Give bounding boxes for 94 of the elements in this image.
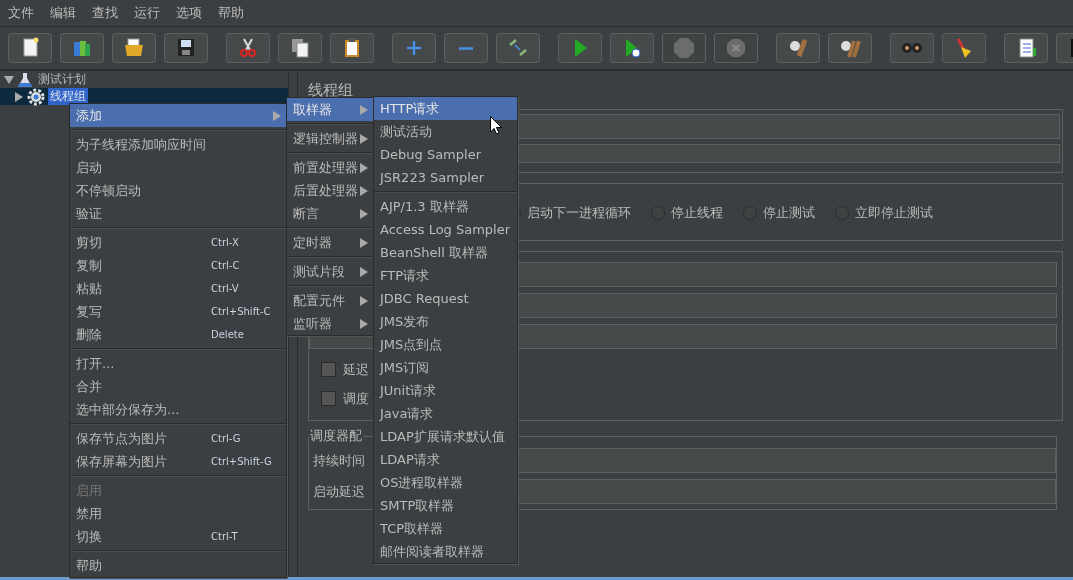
menu-item[interactable]: 文件 bbox=[6, 4, 36, 22]
toolbar-button[interactable] bbox=[226, 33, 270, 63]
menu-item[interactable]: JMS点到点 bbox=[374, 333, 517, 356]
radio-option[interactable]: 停止测试 bbox=[743, 203, 815, 222]
menu-item[interactable]: 禁用 bbox=[70, 502, 286, 525]
menu-item[interactable]: BeanShell 取样器 bbox=[374, 241, 517, 264]
menu-item[interactable]: 粘贴 Ctrl-V bbox=[70, 277, 286, 300]
field-label: 启动延迟 bbox=[313, 482, 366, 501]
menu-item[interactable]: 切换 Ctrl-T bbox=[70, 525, 286, 548]
menu-item[interactable]: 添加 bbox=[70, 104, 286, 127]
menu-item[interactable]: 不停顿启动 bbox=[70, 179, 286, 202]
menu-item[interactable]: SMTP取样器 bbox=[374, 494, 517, 517]
tree-node-label[interactable]: 测试计划 bbox=[36, 71, 88, 88]
radio-option[interactable]: 停止线程 bbox=[651, 203, 723, 222]
menu-item[interactable]: 邮件阅读者取样器 bbox=[374, 540, 517, 563]
menu-item[interactable]: 取样器 bbox=[287, 98, 373, 121]
shortcut-label: Ctrl-T bbox=[211, 531, 238, 542]
menu-item[interactable]: JMS发布 bbox=[374, 310, 517, 333]
shortcut-label: Ctrl+Shift-G bbox=[211, 456, 272, 467]
menu-item[interactable]: 定时器 bbox=[287, 231, 373, 254]
shortcut-label: Ctrl-C bbox=[211, 260, 240, 271]
toolbar-button[interactable] bbox=[112, 33, 156, 63]
menu-item[interactable]: 逻辑控制器 bbox=[287, 127, 373, 150]
toolbar-button[interactable] bbox=[828, 33, 872, 63]
menu-item[interactable]: 合并 bbox=[70, 375, 286, 398]
shortcut-label: Ctrl-G bbox=[211, 433, 241, 444]
binoculars-icon bbox=[902, 43, 922, 53]
menu-item[interactable]: 保存节点为图片 Ctrl-G bbox=[70, 427, 286, 450]
menu-item[interactable]: JSR223 Sampler bbox=[374, 166, 517, 189]
panel-title: 线程组 bbox=[308, 81, 354, 101]
menu-item[interactable]: 选项 bbox=[174, 4, 204, 22]
menu-item[interactable]: 选中部分保存为... bbox=[70, 398, 286, 421]
menu-item[interactable]: AJP/1.3 取样器 bbox=[374, 195, 517, 218]
menu-item[interactable]: LDAP请求 bbox=[374, 448, 517, 471]
toolbar-button[interactable] bbox=[8, 33, 52, 63]
menu-item[interactable]: LDAP扩展请求默认值 bbox=[374, 425, 517, 448]
menu-item[interactable]: 运行 bbox=[132, 4, 162, 22]
group-title: 调度器配 bbox=[309, 427, 363, 445]
menu-item[interactable]: 测试片段 bbox=[287, 260, 373, 283]
shortcut-label: Ctrl-X bbox=[211, 237, 239, 248]
expanded-triangle-icon[interactable] bbox=[4, 74, 14, 85]
menu-item[interactable]: 编辑 bbox=[48, 4, 78, 22]
octagon-x-icon bbox=[724, 36, 748, 60]
menu-item[interactable]: 监听器 bbox=[287, 312, 373, 335]
menu-item[interactable]: 帮助 bbox=[70, 554, 286, 577]
stop-icon bbox=[672, 36, 696, 60]
mouse-cursor-icon bbox=[490, 116, 502, 135]
checkbox-label: 调度 bbox=[343, 389, 369, 408]
shortcut-label: Delete bbox=[211, 329, 244, 340]
menu-item[interactable]: 为子线程添加响应时间 bbox=[70, 133, 286, 156]
radio-option[interactable]: 立即停止测试 bbox=[835, 203, 933, 222]
menu-item[interactable]: 删除 Delete bbox=[70, 323, 286, 346]
menu-item[interactable]: OS进程取样器 bbox=[374, 471, 517, 494]
menu-item[interactable]: 帮助 bbox=[216, 4, 246, 22]
menu-item[interactable]: 复制 Ctrl-C bbox=[70, 254, 286, 277]
menu-item[interactable]: Java请求 bbox=[374, 402, 517, 425]
toolbar-button[interactable] bbox=[330, 33, 374, 63]
menu-item[interactable]: FTP请求 bbox=[374, 264, 517, 287]
menu-item[interactable]: Access Log Sampler bbox=[374, 218, 517, 241]
checkbox[interactable] bbox=[321, 362, 336, 377]
toolbar-button[interactable] bbox=[278, 33, 322, 63]
menu-item[interactable]: TCP取样器 bbox=[374, 517, 517, 540]
toolbar-button[interactable] bbox=[942, 33, 986, 63]
tree-node-label[interactable]: 线程组 bbox=[48, 88, 88, 105]
menu-item[interactable]: 剪切 Ctrl-X bbox=[70, 231, 286, 254]
shortcut-label: Ctrl-V bbox=[211, 283, 239, 294]
shortcut-label: Ctrl+Shift-C bbox=[211, 306, 271, 317]
toolbar-button[interactable] bbox=[610, 33, 654, 63]
menu-item[interactable]: 测试活动 bbox=[374, 120, 517, 143]
menu-item[interactable]: 配置元件 bbox=[287, 289, 373, 312]
checkbox[interactable] bbox=[321, 391, 336, 406]
menu-item[interactable]: 验证 bbox=[70, 202, 286, 225]
menu-item[interactable]: 前置处理器 bbox=[287, 156, 373, 179]
menu-item[interactable]: 查找 bbox=[90, 4, 120, 22]
toolbar-button[interactable] bbox=[164, 33, 208, 63]
gear-icon bbox=[27, 87, 45, 106]
field-label: 持续时间 bbox=[313, 451, 366, 470]
flask-icon bbox=[17, 71, 33, 88]
menu-item[interactable]: Debug Sampler bbox=[374, 143, 517, 166]
minus-icon bbox=[459, 46, 473, 50]
menu-item[interactable]: JMS订阅 bbox=[374, 356, 517, 379]
toolbar-button[interactable] bbox=[1004, 33, 1048, 63]
menu-item[interactable]: HTTP请求 bbox=[374, 97, 517, 120]
menu-item[interactable]: 复写 Ctrl+Shift-C bbox=[70, 300, 286, 323]
collapsed-triangle-icon[interactable] bbox=[14, 91, 24, 102]
toolbar-button[interactable] bbox=[776, 33, 820, 63]
menu-item[interactable]: 保存屏幕为图片 Ctrl+Shift-G bbox=[70, 450, 286, 473]
checkbox-label: 延迟 bbox=[343, 360, 369, 379]
menu-item[interactable]: 打开... bbox=[70, 352, 286, 375]
menu-item[interactable]: 启动 bbox=[70, 156, 286, 179]
menu-item[interactable]: 后置处理器 bbox=[287, 179, 373, 202]
menu-item[interactable]: 断言 bbox=[287, 202, 373, 225]
menu-item[interactable]: JUnit请求 bbox=[374, 379, 517, 402]
menu-item[interactable]: JDBC Request bbox=[374, 287, 517, 310]
